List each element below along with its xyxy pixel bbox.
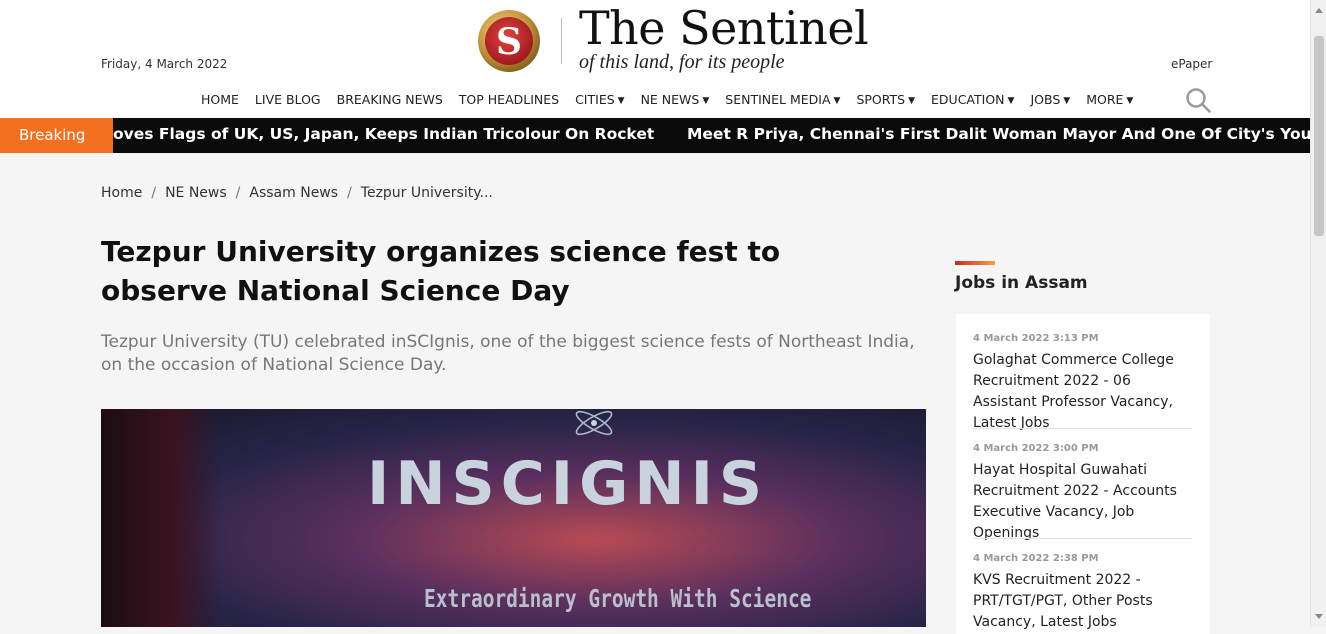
job-title-link[interactable]: Hayat Hospital Guwahati Recruitment 2022…: [973, 460, 1193, 544]
job-item[interactable]: 4 March 2022 2:38 PM KVS Recruitment 202…: [973, 553, 1193, 633]
dropdown-caret-icon: ▼: [1007, 96, 1015, 106]
nav-item-label: HOME: [201, 92, 239, 107]
jobs-list: 4 March 2022 3:13 PM Golaghat Commerce C…: [956, 314, 1210, 634]
page-scrollbar[interactable]: [1310, 0, 1326, 627]
nav-item-home[interactable]: HOME: [201, 92, 239, 110]
breadcrumb-current: Tezpur University...: [360, 185, 493, 201]
search-icon[interactable]: [1185, 87, 1211, 113]
job-title-link[interactable]: Golaghat Commerce College Recruitment 20…: [973, 350, 1193, 434]
main-nav: HOME LIVE BLOG BREAKING NEWS TOP HEADLIN…: [201, 92, 1149, 110]
job-item[interactable]: 4 March 2022 3:00 PM Hayat Hospital Guwa…: [973, 443, 1193, 544]
logo-letter: S: [496, 21, 522, 63]
dropdown-caret-icon: ▼: [908, 96, 916, 106]
current-date: Friday, 4 March 2022: [101, 57, 228, 71]
nav-item-label: CITIES: [575, 92, 615, 107]
nav-item-label: NE NEWS: [640, 92, 700, 107]
divider: [973, 538, 1192, 539]
scroll-down-arrow-icon[interactable]: [1315, 614, 1323, 619]
logo-emblem-icon[interactable]: S: [476, 9, 542, 73]
dropdown-caret-icon: ▼: [702, 96, 710, 106]
dropdown-caret-icon: ▼: [1063, 96, 1071, 106]
brand-tagline: of this land, for its people: [579, 51, 785, 73]
breadcrumb-ne-news[interactable]: NE News: [165, 185, 227, 201]
nav-item-label: SPORTS: [856, 92, 906, 107]
breadcrumb-assam-news[interactable]: Assam News: [249, 185, 338, 201]
nav-item-education[interactable]: EDUCATION ▼: [931, 92, 1014, 110]
breadcrumb: Home / NE News / Assam News / Tezpur Uni…: [101, 185, 493, 201]
nav-item-breaking-news[interactable]: BREAKING NEWS: [337, 92, 443, 110]
nav-item-label: SENTINEL MEDIA: [725, 92, 831, 107]
scrollbar-thumb[interactable]: [1314, 36, 1324, 236]
atom-icon: [575, 410, 613, 436]
brand-title[interactable]: The Sentinel: [579, 2, 869, 54]
hero-shadow: [101, 409, 221, 627]
breaking-label: Breaking: [19, 126, 86, 144]
job-item[interactable]: 4 March 2022 3:13 PM Golaghat Commerce C…: [973, 333, 1193, 434]
nav-item-ne-news[interactable]: NE NEWS ▼: [641, 92, 710, 110]
nav-item-label: EDUCATION: [931, 92, 1005, 107]
nav-item-label: JOBS: [1030, 92, 1061, 107]
widget-accent-bar: [955, 261, 995, 265]
ticker-item[interactable]: oves Flags of UK, US, Japan, Keeps India…: [113, 125, 654, 143]
article-summary: Tezpur University (TU) celebrated inSCIg…: [101, 332, 915, 375]
hero-subtitle: Extraordinary Growth With Science: [424, 584, 812, 613]
dropdown-caret-icon: ▼: [617, 96, 625, 106]
dropdown-caret-icon: ▼: [833, 96, 841, 106]
nav-item-label: BREAKING NEWS: [336, 92, 443, 107]
breadcrumb-separator: /: [151, 185, 157, 201]
article-headline: Tezpur University organizes science fest…: [101, 235, 781, 307]
nav-item-label: LIVE BLOG: [254, 92, 321, 107]
breadcrumb-home[interactable]: Home: [101, 185, 142, 201]
logo-divider: [561, 18, 562, 64]
scroll-up-arrow-icon[interactable]: [1315, 8, 1323, 13]
hero-title: INSCIGNIS: [367, 449, 769, 519]
article-hero-image: INSCIGNIS Extraordinary Growth With Scie…: [101, 409, 926, 627]
job-time: 4 March 2022 3:13 PM: [973, 333, 1099, 344]
job-time: 4 March 2022 2:38 PM: [973, 553, 1099, 564]
job-time: 4 March 2022 3:00 PM: [973, 443, 1099, 454]
breaking-badge: Breaking: [0, 118, 113, 153]
nav-item-top-headlines[interactable]: TOP HEADLINES: [459, 92, 559, 110]
breadcrumb-separator: /: [347, 185, 352, 201]
nav-item-jobs[interactable]: JOBS ▼: [1030, 92, 1070, 110]
dropdown-caret-icon: ▼: [1126, 96, 1134, 106]
nav-item-more[interactable]: MORE ▼: [1086, 92, 1133, 110]
epaper-link[interactable]: ePaper: [1171, 57, 1212, 71]
nav-item-live-blog[interactable]: LIVE BLOG: [255, 92, 321, 110]
breaking-arrow-icon: [98, 118, 113, 152]
nav-item-label: TOP HEADLINES: [458, 92, 560, 107]
breaking-news-ticker: oves Flags of UK, US, Japan, Keeps India…: [0, 118, 1310, 153]
job-title-link[interactable]: KVS Recruitment 2022 - PRT/TGT/PGT, Othe…: [973, 570, 1193, 633]
jobs-widget-title: Jobs in Assam: [955, 273, 1088, 293]
nav-item-sentinel-media[interactable]: SENTINEL MEDIA ▼: [725, 92, 840, 110]
nav-item-sports[interactable]: SPORTS ▼: [856, 92, 915, 110]
site-header: Friday, 4 March 2022 S The Sentinel of t…: [0, 0, 1310, 118]
nav-item-cities[interactable]: CITIES ▼: [575, 92, 625, 110]
nav-item-label: MORE: [1086, 92, 1124, 107]
divider: [973, 428, 1192, 429]
breadcrumb-separator: /: [235, 185, 241, 201]
ticker-item[interactable]: Meet R Priya, Chennai's First Dalit Woma…: [687, 125, 1310, 143]
